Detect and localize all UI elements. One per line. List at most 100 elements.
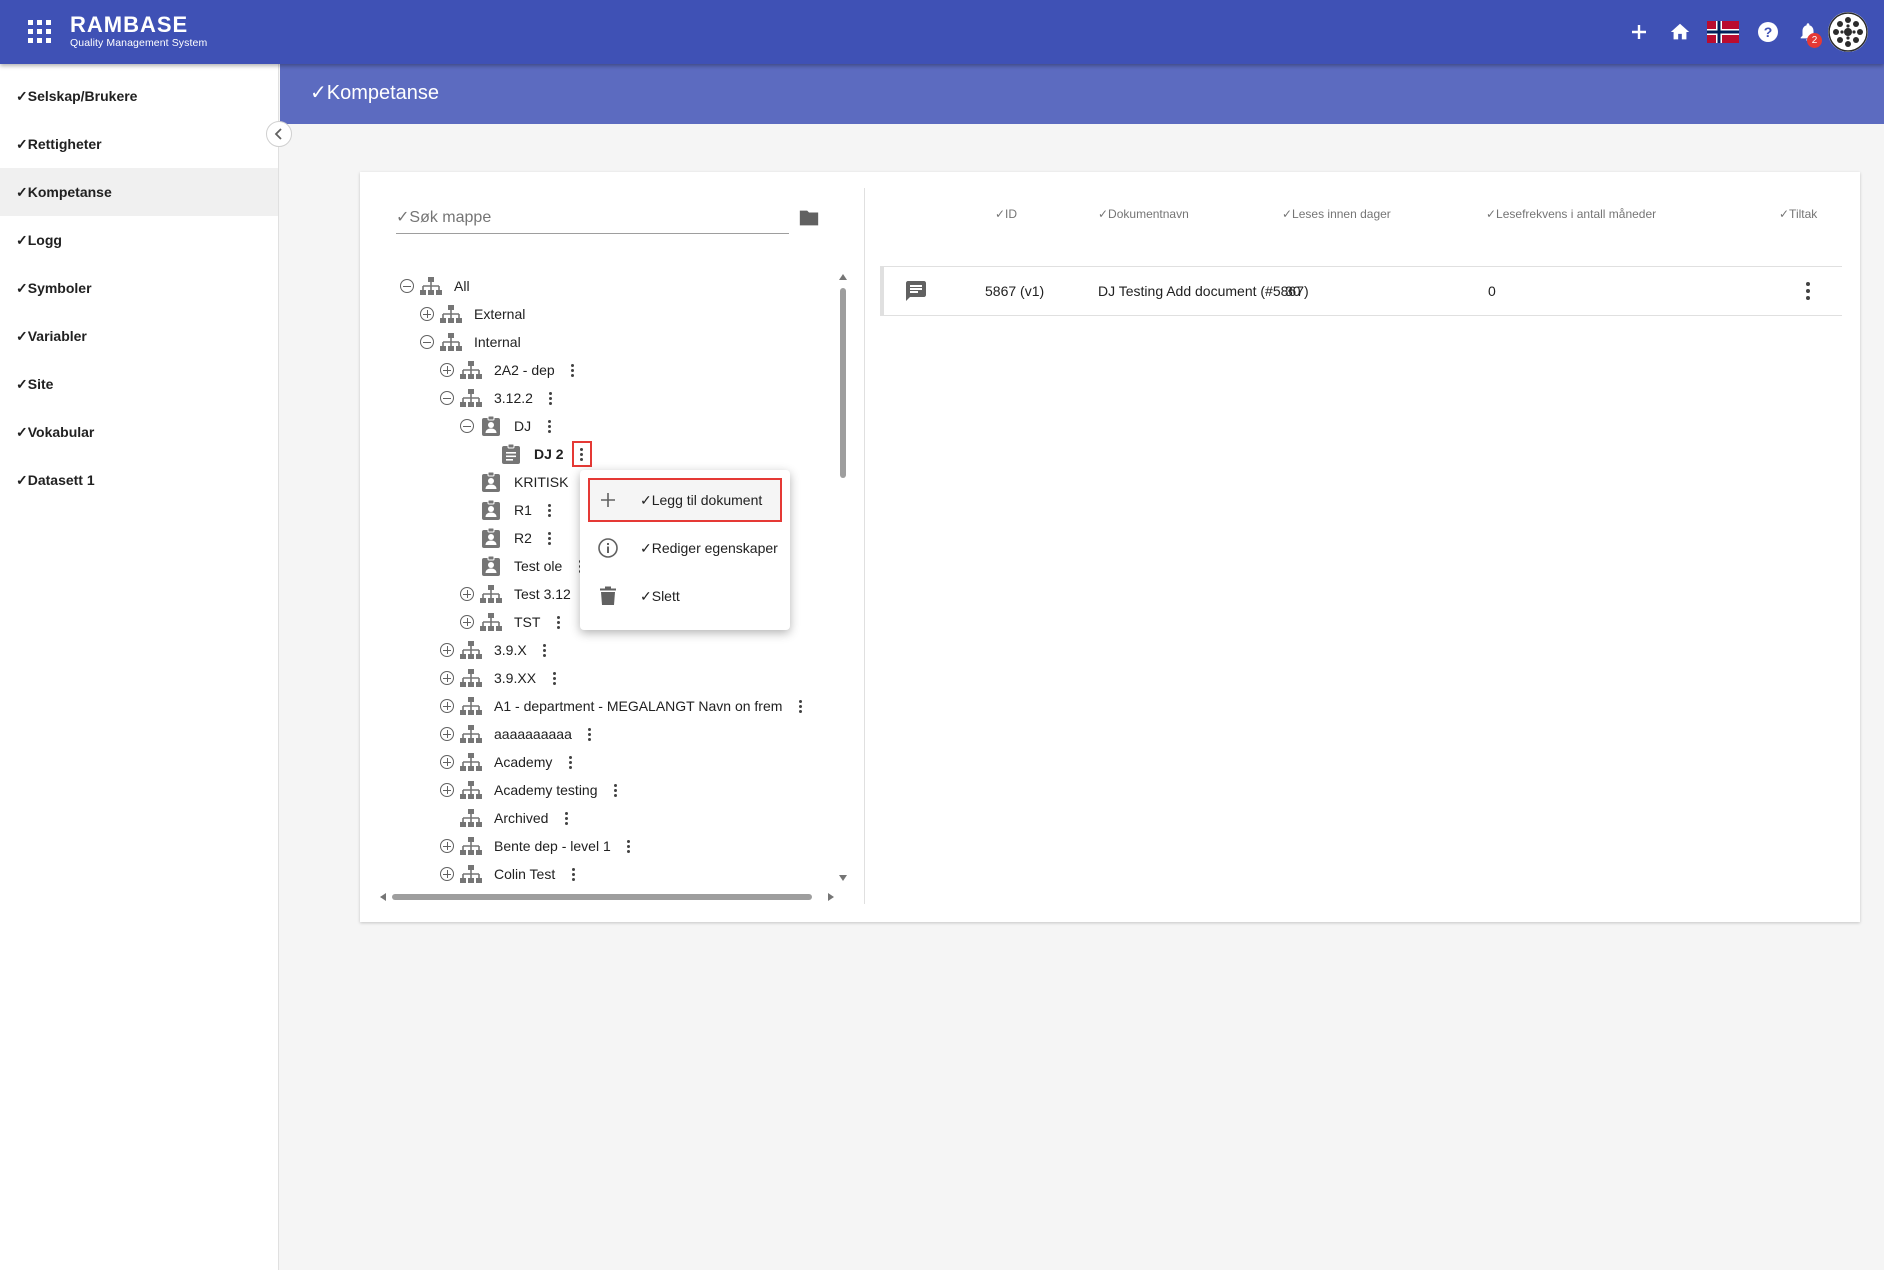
- expand-icon[interactable]: [440, 699, 454, 713]
- tree-node-label[interactable]: Colin Test: [494, 866, 555, 882]
- tree-node[interactable]: Bente dep - level 1: [440, 832, 637, 860]
- scroll-left-arrow-icon[interactable]: [380, 893, 386, 901]
- tree-node-label[interactable]: Academy testing: [494, 782, 598, 798]
- tree-node-label[interactable]: R1: [514, 502, 532, 518]
- more-options-icon[interactable]: [541, 415, 557, 437]
- expand-icon[interactable]: [460, 587, 474, 601]
- tree-node[interactable]: Colin Test: [440, 860, 581, 888]
- more-options-icon[interactable]: [542, 499, 558, 521]
- tree-node[interactable]: Academy: [440, 748, 578, 776]
- tree-node-label[interactable]: External: [474, 306, 525, 322]
- expand-icon[interactable]: [440, 671, 454, 685]
- notifications-icon[interactable]: 2: [1794, 18, 1822, 48]
- more-options-icon[interactable]: [608, 779, 624, 801]
- collapse-icon[interactable]: [400, 279, 414, 293]
- tree-node[interactable]: KRITISK: [460, 468, 594, 496]
- tree-node[interactable]: Test ole: [460, 552, 588, 580]
- tree-node[interactable]: aaaaaaaaaa: [440, 720, 598, 748]
- tree-node[interactable]: Test 3.12: [460, 580, 597, 608]
- tree-node-label[interactable]: Internal: [474, 334, 521, 350]
- more-options-icon[interactable]: [537, 639, 553, 661]
- tree-node-label[interactable]: Bente dep - level 1: [494, 838, 611, 854]
- tree-node-label[interactable]: Archived: [494, 810, 548, 826]
- tree-node-label[interactable]: A1 - department - MEGALANGT Navn on frem: [494, 698, 782, 714]
- tree-node[interactable]: Academy testing: [440, 776, 624, 804]
- column-header-id[interactable]: ✓ID: [995, 194, 1017, 234]
- expand-icon[interactable]: [440, 839, 454, 853]
- tree-node[interactable]: R2: [460, 524, 558, 552]
- tree-node-label[interactable]: 3.12.2: [494, 390, 533, 406]
- row-more-icon[interactable]: [1796, 279, 1820, 303]
- more-options-icon[interactable]: [542, 527, 558, 549]
- more-options-icon[interactable]: [792, 695, 808, 717]
- tree-node[interactable]: DJ 2: [480, 440, 592, 468]
- more-options-icon[interactable]: [558, 807, 574, 829]
- tree-node-label[interactable]: 2A2 - dep: [494, 362, 555, 378]
- menu-item-legg-til-dokument[interactable]: ✓Legg til dokument: [588, 478, 782, 522]
- sidebar-item-datasett-1[interactable]: ✓Datasett 1: [0, 456, 278, 504]
- tree-node-label[interactable]: Academy: [494, 754, 552, 770]
- more-options-icon[interactable]: [565, 863, 581, 885]
- table-row[interactable]: 5867 (v1) DJ Testing Add document (#5867…: [880, 266, 1842, 316]
- tree-node[interactable]: TST: [460, 608, 566, 636]
- tree-node[interactable]: All: [400, 272, 470, 300]
- sidebar-item-kompetanse[interactable]: ✓Kompetanse: [0, 168, 278, 216]
- sidebar-item-vokabular[interactable]: ✓Vokabular: [0, 408, 278, 456]
- sidebar-item-rettigheter[interactable]: ✓Rettigheter: [0, 120, 278, 168]
- tree-vertical-scrollbar[interactable]: [838, 272, 848, 884]
- tree-node-label[interactable]: aaaaaaaaaa: [494, 726, 572, 742]
- tree-node-label[interactable]: KRITISK: [514, 474, 568, 490]
- tree-node-label[interactable]: R2: [514, 530, 532, 546]
- scroll-right-arrow-icon[interactable]: [828, 893, 834, 901]
- expand-icon[interactable]: [440, 363, 454, 377]
- more-options-icon[interactable]: [565, 359, 581, 381]
- more-options-icon[interactable]: [546, 667, 562, 689]
- help-icon[interactable]: ?: [1754, 18, 1782, 46]
- tree-node[interactable]: 3.9.X: [440, 636, 553, 664]
- expand-icon[interactable]: [460, 615, 474, 629]
- search-folder-input[interactable]: [396, 202, 789, 234]
- sidebar-item-symboler[interactable]: ✓Symboler: [0, 264, 278, 312]
- tree-node[interactable]: A1 - department - MEGALANGT Navn on frem: [440, 692, 808, 720]
- scroll-thumb[interactable]: [392, 894, 812, 900]
- language-flag-icon[interactable]: [1707, 18, 1739, 46]
- user-avatar[interactable]: [1828, 12, 1868, 52]
- sidebar-item-selskap-brukere[interactable]: ✓Selskap/Brukere: [0, 72, 278, 120]
- tree-node-label[interactable]: Test ole: [514, 558, 562, 574]
- collapse-sidebar-button[interactable]: [266, 121, 292, 147]
- folder-icon[interactable]: [798, 208, 822, 232]
- tree-node[interactable]: 3.12.2: [440, 384, 559, 412]
- expand-icon[interactable]: [440, 727, 454, 741]
- rambase-logo[interactable]: RAMBASE Quality Management System: [70, 14, 207, 50]
- sidebar-item-variabler[interactable]: ✓Variabler: [0, 312, 278, 360]
- more-options-icon[interactable]: [582, 723, 598, 745]
- tree-node-label[interactable]: 3.9.X: [494, 642, 527, 658]
- tree-node-label[interactable]: DJ 2: [534, 446, 564, 462]
- expand-icon[interactable]: [440, 643, 454, 657]
- more-options-icon[interactable]: [571, 441, 592, 467]
- add-icon[interactable]: [1625, 18, 1653, 46]
- more-options-icon[interactable]: [562, 751, 578, 773]
- expand-icon[interactable]: [440, 755, 454, 769]
- tree-node[interactable]: Archived: [440, 804, 574, 832]
- scroll-thumb[interactable]: [840, 288, 846, 478]
- expand-icon[interactable]: [440, 867, 454, 881]
- column-header-lesefrekvens[interactable]: ✓Lesefrekvens i antall måneder: [1486, 194, 1656, 234]
- more-options-icon[interactable]: [543, 387, 559, 409]
- sidebar-item-site[interactable]: ✓Site: [0, 360, 278, 408]
- menu-item-slett[interactable]: ✓Slett: [580, 574, 790, 618]
- tree-node-label[interactable]: TST: [514, 614, 540, 630]
- expand-icon[interactable]: [440, 783, 454, 797]
- menu-item-rediger-egenskaper[interactable]: ✓Rediger egenskaper: [580, 526, 790, 570]
- tree-node-label[interactable]: Test 3.12: [514, 586, 571, 602]
- tree-node[interactable]: DJ: [460, 412, 557, 440]
- tree-node-label[interactable]: 3.9.XX: [494, 670, 536, 686]
- home-icon[interactable]: [1666, 18, 1694, 46]
- column-header-leses-innen-dager[interactable]: ✓Leses innen dager: [1282, 194, 1391, 234]
- tree-node[interactable]: R1: [460, 496, 558, 524]
- tree-node-label[interactable]: DJ: [514, 418, 531, 434]
- collapse-icon[interactable]: [420, 335, 434, 349]
- expand-icon[interactable]: [420, 307, 434, 321]
- tree-node-label[interactable]: All: [454, 278, 470, 294]
- tree-horizontal-scrollbar[interactable]: [378, 892, 836, 902]
